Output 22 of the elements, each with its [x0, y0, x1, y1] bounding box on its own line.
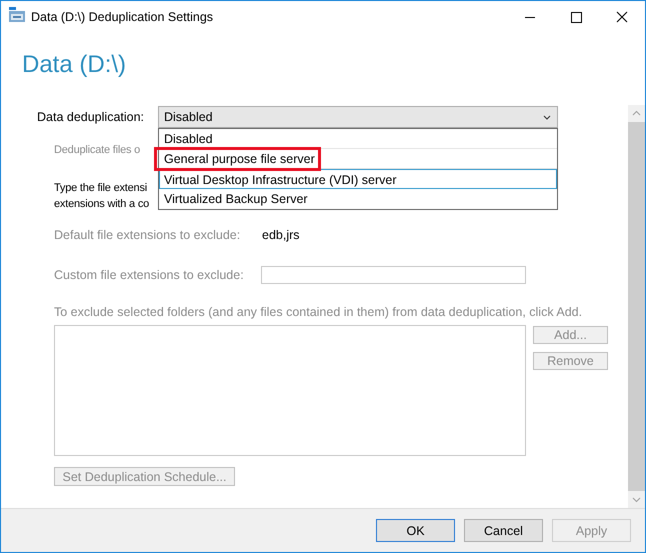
dropdown[interactable]: Disabled: [158, 106, 558, 128]
page-heading: Data (D:\): [22, 50, 128, 80]
instruction-text: To exclude selected folders (and any files contained in them) from data deduplication, click Add.: [54, 304, 584, 320]
field-label: Default file extensions to exclude:: [54, 228, 242, 242]
instruction-text: Type the file extensi: [54, 181, 148, 196]
dropdown-option[interactable]: General purpose file server: [159, 149, 557, 169]
scroll-up-icon[interactable]: [632, 110, 640, 116]
field-value: edb,jrs: [262, 228, 300, 242]
scroll-down-icon[interactable]: [632, 498, 640, 502]
dropdown-option[interactable]: Virtual Desktop Infrastructure (VDI) server: [159, 169, 557, 189]
field-label: Data deduplication:: [37, 110, 146, 124]
caret-icon: [543, 114, 551, 120]
instruction-text: Deduplicate files o: [54, 143, 140, 158]
instruction-text: extensions with a co: [54, 197, 150, 212]
window-title: Data (D:\) Deduplication Settings: [31, 10, 214, 24]
button[interactable]: Cancel: [464, 519, 543, 542]
button[interactable]: OK: [376, 519, 455, 542]
scrollbar[interactable]: [628, 105, 645, 508]
dropdown-option[interactable]: Virtualized Backup Server: [159, 189, 557, 209]
drive-icon: [8, 6, 26, 22]
dropdown-option[interactable]: Disabled: [159, 129, 557, 149]
field-label: Custom file extensions to exclude:: [54, 268, 245, 282]
